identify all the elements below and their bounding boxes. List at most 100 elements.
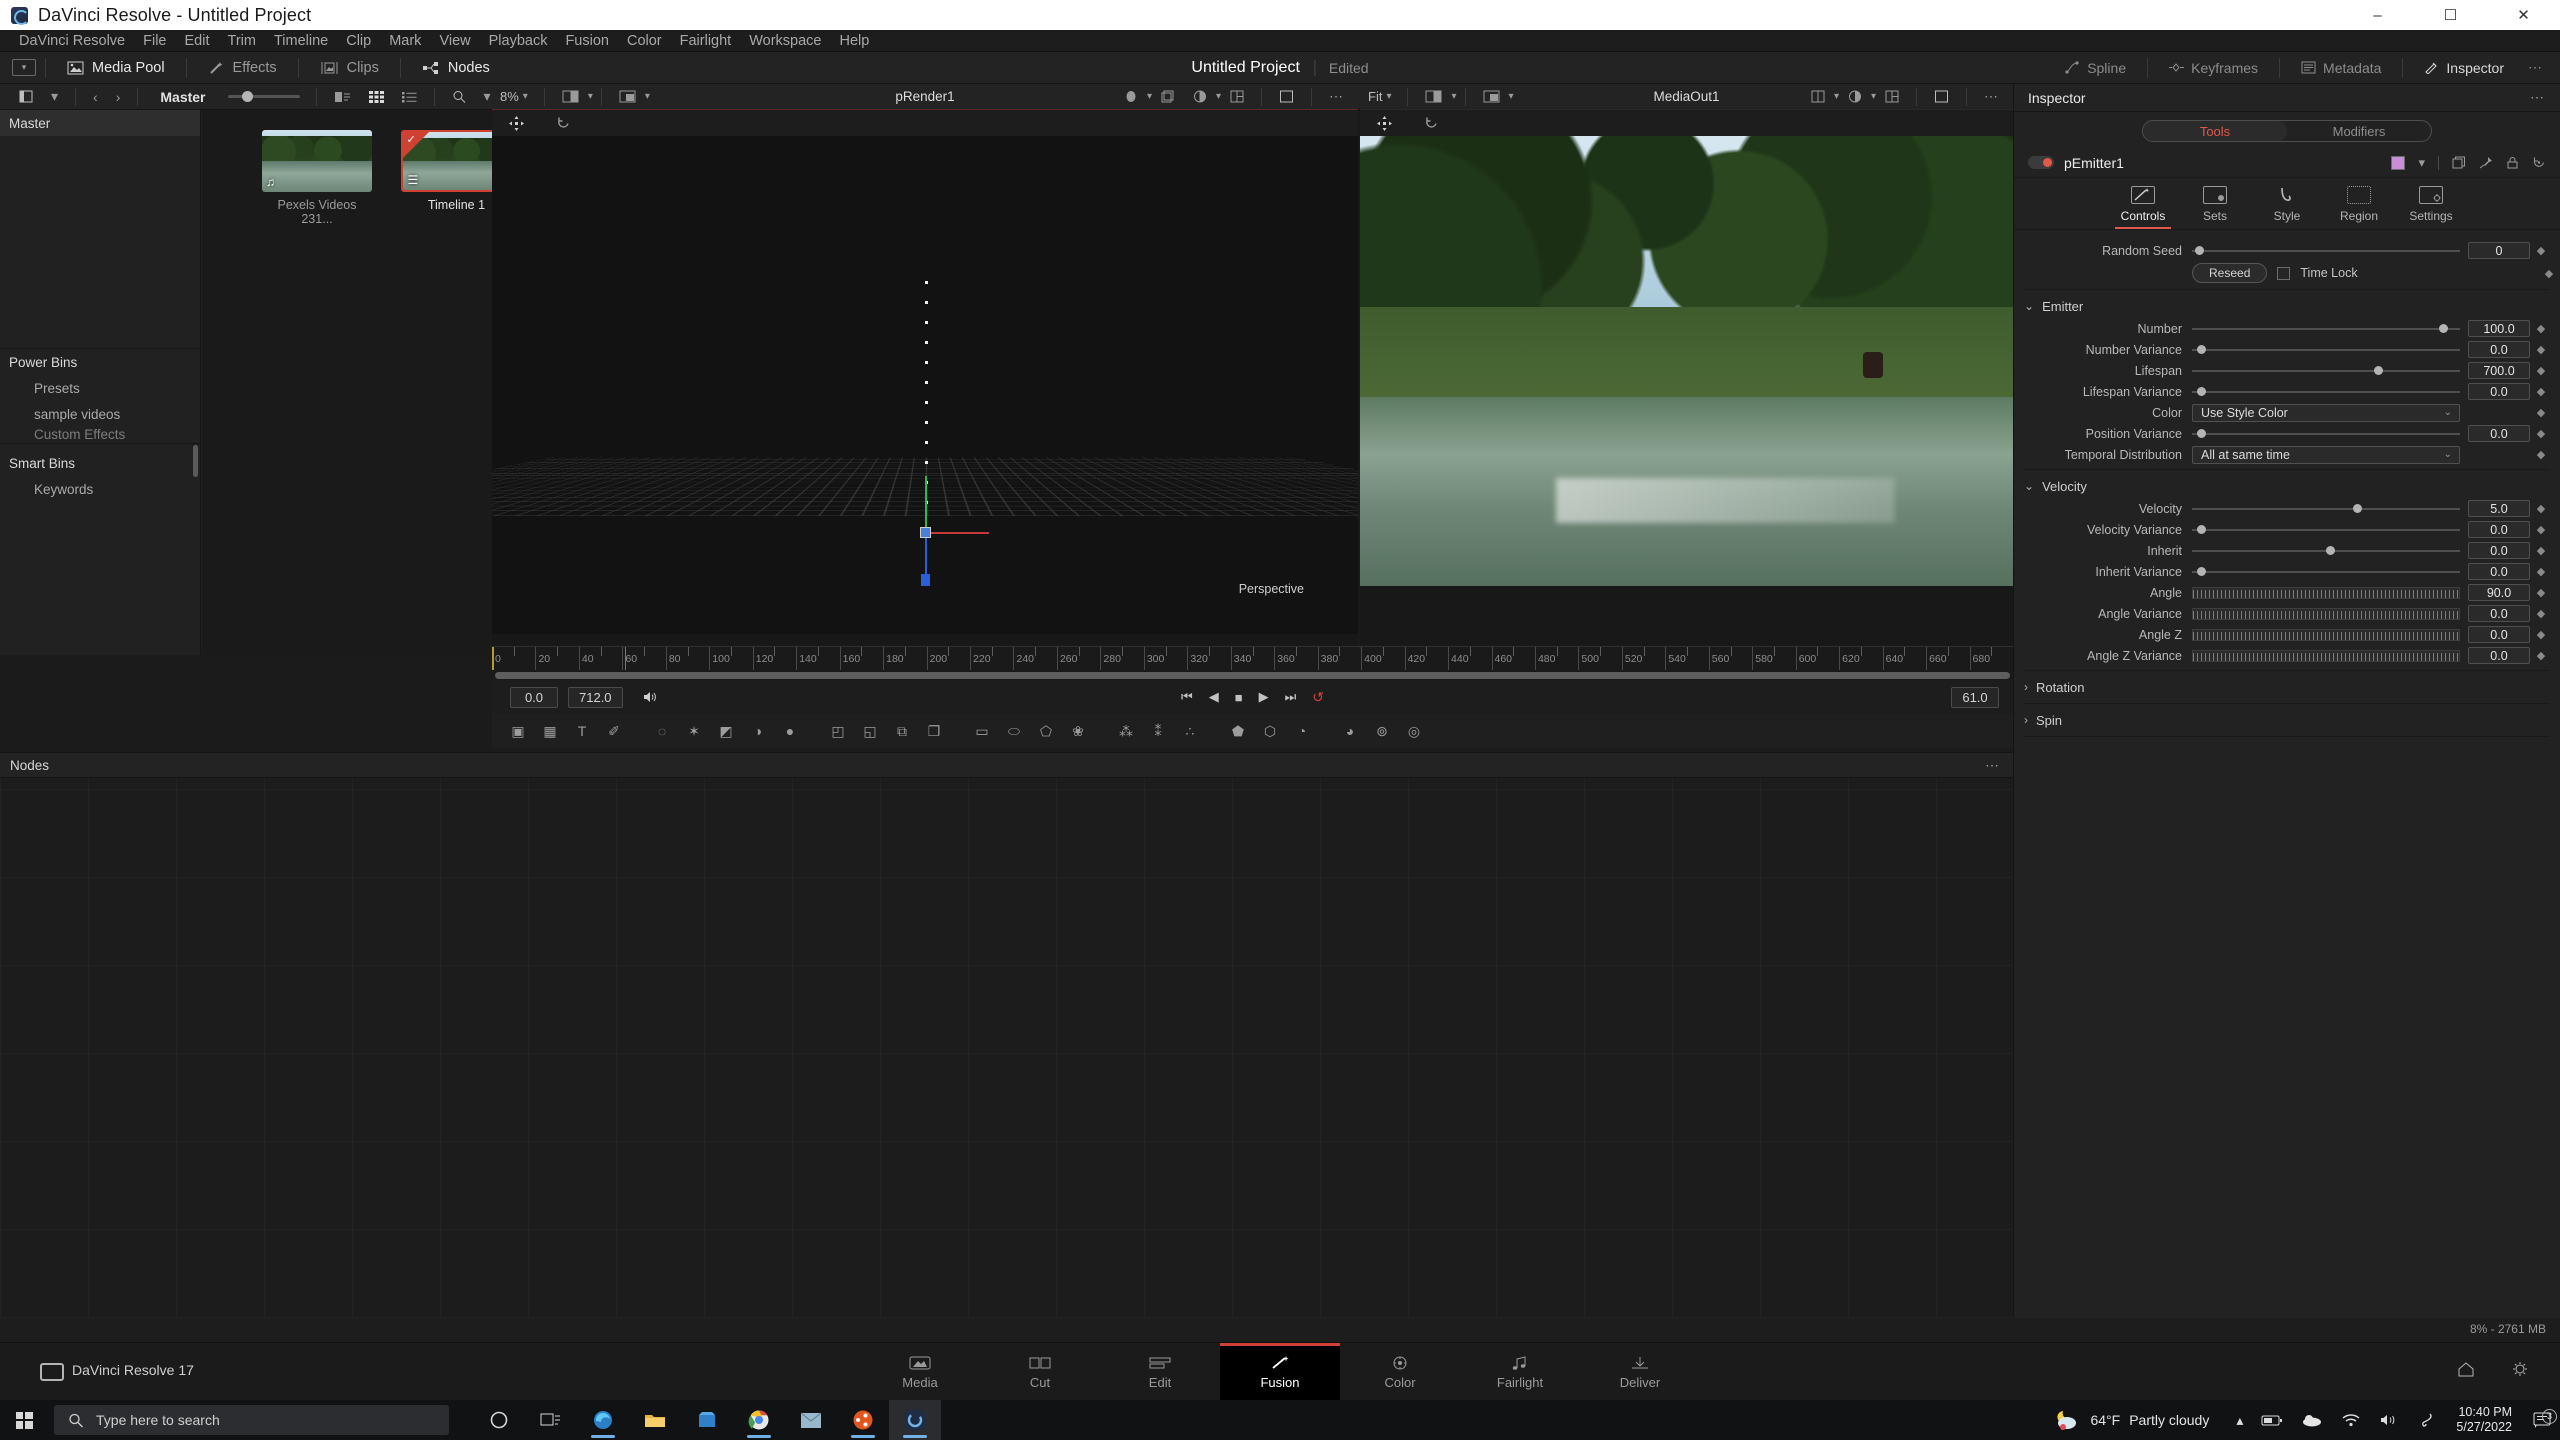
- weather-widget[interactable]: 64°F Partly cloudy: [2053, 1409, 2227, 1431]
- microsoft-store-icon[interactable]: [681, 1400, 733, 1440]
- mail-icon[interactable]: [785, 1400, 837, 1440]
- speaker-icon[interactable]: [633, 690, 667, 704]
- chevron-down-icon[interactable]: ▾: [645, 91, 650, 102]
- close-button[interactable]: ✕: [2487, 0, 2560, 30]
- menu-fairlight[interactable]: Fairlight: [671, 33, 741, 49]
- minimize-button[interactable]: –: [2341, 0, 2414, 30]
- dissolve-tool-icon[interactable]: ◱: [854, 715, 886, 747]
- timeline-scrollbar[interactable]: [492, 670, 2013, 680]
- background-tool-icon[interactable]: ▣: [502, 715, 534, 747]
- forward-icon[interactable]: ›: [107, 89, 130, 105]
- param-slider[interactable]: [2192, 521, 2460, 539]
- jump-to-start-button[interactable]: ⏮: [1181, 689, 1193, 705]
- slider-knob[interactable]: [2374, 366, 2383, 375]
- keyframe-button[interactable]: ◆: [2530, 244, 2552, 257]
- bin-tree-scrollbar[interactable]: [193, 445, 198, 477]
- current-frame-field[interactable]: 61.0: [1951, 687, 1999, 708]
- viewer-layout-icon[interactable]: [1876, 90, 1908, 103]
- sharpen-tool-icon[interactable]: ◩: [710, 715, 742, 747]
- timeline-ruler[interactable]: 0 20 40 60 80 100 120 140 160 180 200 220 240 260 280 3…: [492, 646, 2013, 670]
- param-slider[interactable]: [2192, 605, 2460, 623]
- davinci-resolve-icon[interactable]: [889, 1400, 941, 1440]
- chevron-down-icon[interactable]: ▾: [2418, 155, 2425, 171]
- slider-knob[interactable]: [2197, 525, 2206, 534]
- viewer-onion-icon[interactable]: [1184, 90, 1216, 103]
- loop-button[interactable]: ↺: [1312, 689, 1324, 706]
- nodes-button[interactable]: Nodes: [410, 52, 502, 84]
- media-pool-button[interactable]: Media Pool: [55, 52, 177, 84]
- jump-to-end-button[interactable]: ⏭: [1285, 689, 1297, 705]
- power-bins-header[interactable]: Power Bins: [0, 349, 200, 375]
- shape3d-tool-icon[interactable]: ⬟: [1222, 715, 1254, 747]
- reset-icon[interactable]: [2532, 156, 2546, 169]
- param-value-field[interactable]: 0.0: [2468, 647, 2530, 664]
- param-value-field[interactable]: 0.0: [2468, 425, 2530, 442]
- reset-icon[interactable]: [1415, 116, 1448, 131]
- mask-rect-tool-icon[interactable]: ▭: [966, 715, 998, 747]
- viewer-lut-icon[interactable]: [1802, 90, 1834, 103]
- menu-file[interactable]: File: [134, 33, 175, 49]
- tab-tools[interactable]: Tools: [2143, 121, 2287, 141]
- viewer-fullscreen-icon[interactable]: [1925, 90, 1958, 103]
- param-value-field[interactable]: 0.0: [2468, 521, 2530, 538]
- tool-enable-toggle[interactable]: [2028, 156, 2054, 169]
- edge-icon[interactable]: [577, 1400, 629, 1440]
- bin-item-master[interactable]: Master: [0, 110, 200, 136]
- param-slider[interactable]: [2192, 362, 2460, 380]
- param-value-field[interactable]: 100.0: [2468, 320, 2530, 337]
- more-options-icon[interactable]: ⋯: [2530, 89, 2544, 106]
- tool-color-swatch[interactable]: [2391, 156, 2405, 170]
- battery-icon[interactable]: [2252, 1414, 2292, 1427]
- param-slider[interactable]: [2192, 647, 2460, 665]
- ubuntu-icon[interactable]: [837, 1400, 889, 1440]
- section-header-emitter[interactable]: ⌄ Emitter: [2014, 294, 2560, 318]
- volume-icon[interactable]: [2370, 1413, 2408, 1427]
- reset-icon[interactable]: [547, 116, 580, 131]
- mask-polygon-tool-icon[interactable]: ⬠: [1030, 715, 1062, 747]
- param-slider[interactable]: [2192, 563, 2460, 581]
- maximize-button[interactable]: ☐: [2414, 0, 2487, 30]
- param-slider[interactable]: [2192, 425, 2460, 443]
- param-value-field[interactable]: 0.0: [2468, 341, 2530, 358]
- param-slider[interactable]: [2192, 383, 2460, 401]
- gizmo-z-handle[interactable]: [921, 574, 930, 586]
- keyframe-button[interactable]: ◆: [2530, 544, 2552, 557]
- viewer-lut-icon[interactable]: [1115, 90, 1147, 103]
- keyframe-button[interactable]: ◆: [2530, 448, 2552, 461]
- keyframe-button[interactable]: ◆: [2530, 385, 2552, 398]
- step-back-button[interactable]: ◀: [1209, 689, 1219, 705]
- colorcorrect-tool-icon[interactable]: ◑: [742, 715, 774, 747]
- param-value-field[interactable]: 0.0: [2468, 605, 2530, 622]
- node-graph[interactable]: pEmitter1 pRender1 MediaIn1 MediaOut1: [0, 778, 2013, 1318]
- task-view-icon[interactable]: [525, 1400, 577, 1440]
- wifi-icon[interactable]: [2332, 1413, 2370, 1427]
- keyframe-button[interactable]: ◆: [2530, 322, 2552, 335]
- onedrive-cloud-icon[interactable]: [2292, 1413, 2332, 1427]
- page-edit[interactable]: Edit: [1100, 1343, 1220, 1401]
- menu-help[interactable]: Help: [830, 33, 878, 49]
- menu-workspace[interactable]: Workspace: [740, 33, 830, 49]
- slider-knob[interactable]: [2439, 324, 2448, 333]
- search-icon[interactable]: [443, 90, 475, 103]
- mask-ellipse-tool-icon[interactable]: ⬭: [998, 715, 1030, 747]
- mediain-tool-icon[interactable]: ▦: [534, 715, 566, 747]
- thumbnail-view-icon[interactable]: [360, 91, 393, 103]
- power-bin-item-sample-videos[interactable]: sample videos: [0, 401, 200, 427]
- copy-icon[interactable]: [2452, 156, 2466, 169]
- tab-settings[interactable]: Settings: [2395, 186, 2467, 229]
- menu-view[interactable]: View: [430, 33, 479, 49]
- effects-button[interactable]: Effects: [196, 52, 289, 84]
- more-options-button[interactable]: ⋯: [2516, 52, 2554, 84]
- gizmo-center-handle[interactable]: [920, 527, 931, 538]
- pip-view-icon[interactable]: [610, 90, 645, 103]
- more-options-icon[interactable]: ⋯: [1320, 88, 1352, 105]
- menu-playback[interactable]: Playback: [480, 33, 557, 49]
- cortana-icon[interactable]: [473, 1400, 525, 1440]
- transform-tool-icon[interactable]: ⧉: [886, 715, 918, 747]
- home-icon[interactable]: [2456, 1360, 2476, 1378]
- keyframes-button[interactable]: Keyframes: [2157, 52, 2270, 84]
- menu-timeline[interactable]: Timeline: [265, 33, 337, 49]
- transform-tool-icon[interactable]: [500, 116, 533, 131]
- slider-knob[interactable]: [2197, 567, 2206, 576]
- file-explorer-icon[interactable]: [629, 1400, 681, 1440]
